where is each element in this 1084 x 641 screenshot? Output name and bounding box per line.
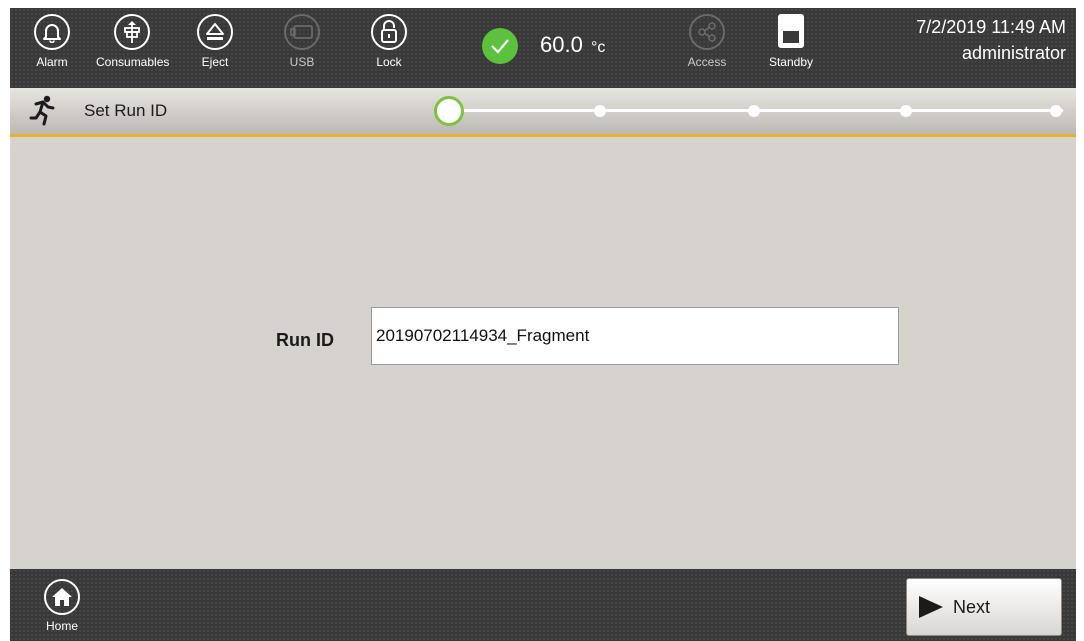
step-indicator-4 (900, 105, 912, 117)
step-indicator-5 (1050, 105, 1062, 117)
lock-button[interactable]: Lock (353, 14, 425, 84)
eject-label: Eject (201, 55, 229, 69)
usb-label: USB (289, 55, 315, 69)
title-accent-line (10, 134, 1076, 137)
standby-button[interactable]: Standby (755, 14, 827, 84)
eject-icon (197, 14, 233, 50)
step-indicator-2 (594, 105, 606, 117)
standby-label: Standby (768, 55, 814, 69)
consumables-label: Consumables (96, 55, 170, 69)
usb-icon (284, 14, 320, 50)
user-name: administrator (961, 43, 1066, 63)
standby-icon (778, 14, 804, 48)
alarm-button[interactable]: Alarm (16, 14, 88, 84)
datetime-user-block: 7/2/2019 11:49 AM administrator (916, 14, 1066, 66)
bell-icon (34, 14, 70, 50)
check-icon (482, 28, 518, 64)
consumables-button[interactable]: Consumables (96, 14, 170, 84)
alarm-label: Alarm (36, 55, 68, 69)
play-arrow-icon (919, 596, 943, 618)
step-indicator-3 (748, 105, 760, 117)
run-id-label: Run ID (276, 330, 334, 350)
next-button[interactable]: Next (906, 578, 1062, 636)
page-title: Set Run ID (84, 101, 168, 120)
step-title-bar: Set Run ID (10, 88, 1076, 134)
consumables-icon (114, 14, 150, 50)
step-indicator-current (434, 96, 464, 126)
instrument-screen: Alarm Consumables Eject USB Lock 60.0 °c… (10, 8, 1076, 641)
access-label: Access (687, 55, 727, 69)
share-icon (689, 14, 725, 50)
temperature-value: 60.0 (540, 32, 583, 57)
home-icon (44, 579, 80, 615)
usb-button[interactable]: USB (266, 14, 338, 84)
datetime-text: 7/2/2019 11:49 AM (916, 17, 1066, 37)
home-button[interactable]: Home (39, 579, 85, 633)
unlock-icon (371, 14, 407, 50)
running-person-icon (26, 94, 60, 128)
temperature-readout: 60.0 °c (540, 32, 605, 61)
next-label: Next (953, 596, 991, 617)
run-id-input[interactable] (371, 307, 899, 365)
access-button[interactable]: Access (671, 14, 743, 84)
bottom-nav-bar: Home Next (10, 569, 1076, 641)
temperature-unit: °c (590, 39, 606, 56)
top-status-bar: Alarm Consumables Eject USB Lock 60.0 °c… (10, 8, 1076, 88)
eject-button[interactable]: Eject (179, 14, 251, 84)
home-label: Home (45, 619, 78, 633)
lock-label: Lock (376, 55, 402, 69)
